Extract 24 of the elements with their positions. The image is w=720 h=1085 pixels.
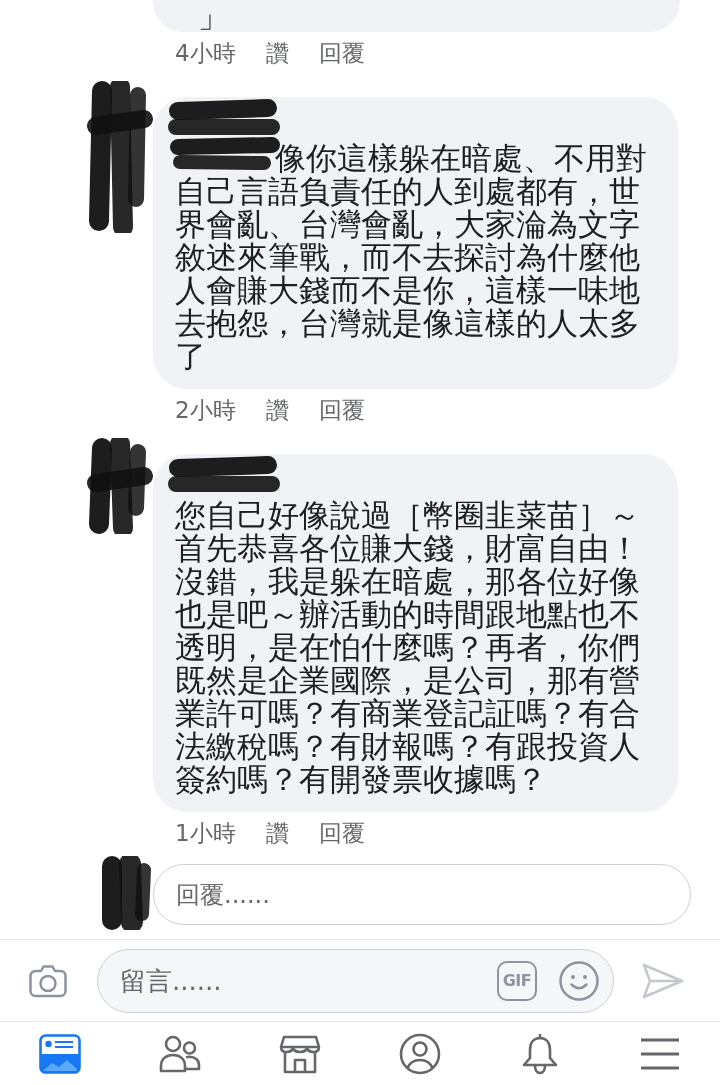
smiley-icon <box>559 960 599 1001</box>
reply-button[interactable]: 回覆 <box>318 818 365 848</box>
comment-text: 」 <box>198 0 229 32</box>
emoji-button[interactable] <box>559 960 599 1001</box>
two-people-icon <box>159 1033 201 1074</box>
image-card-icon <box>39 1033 81 1074</box>
like-button[interactable]: 讚 <box>265 395 289 425</box>
like-button[interactable]: 讚 <box>265 38 289 68</box>
camera-icon <box>29 963 67 998</box>
like-button[interactable]: 讚 <box>265 818 289 848</box>
comment-time: 1小時 <box>175 819 236 848</box>
comment-time: 2小時 <box>175 396 236 425</box>
reply-field[interactable]: 回覆...... <box>153 864 691 925</box>
camera-button[interactable] <box>29 963 67 998</box>
send-icon <box>642 961 684 1000</box>
storefront-icon <box>279 1033 321 1074</box>
comment-text: 您自己好像說過［幣圈韭菜苗］～首先恭喜各位賺大錢，財富自由！沒錯，我是躲在暗處，那各位好像也是吧～辦活動的時間跟地點也不透明，是在怕什麼嗎？再者，你們既然是企業國際，是公司，那有營業許可嗎？有商業登記証嗎？有合法繳稅嗎？有財報嗎？有跟投資人簽約嗎？有開發票收據嗎？ <box>175 499 641 796</box>
menu-icon <box>640 1037 680 1070</box>
person-circle-icon <box>399 1032 441 1075</box>
comment-time: 4小時 <box>175 39 236 68</box>
bell-icon <box>521 1032 559 1075</box>
reply-button[interactable]: 回覆 <box>318 38 365 68</box>
reply-button[interactable]: 回覆 <box>318 395 365 425</box>
comment-text: 像你這樣躲在暗處、不用對自己言語負責任的人到處都有，世界會亂、台灣會亂，大家淪為文字敘述來筆戰，而不去探討為什麼他人會賺大錢而不是你，這樣一味地去抱怨，台灣就是像這樣的人太多了 <box>175 142 648 373</box>
